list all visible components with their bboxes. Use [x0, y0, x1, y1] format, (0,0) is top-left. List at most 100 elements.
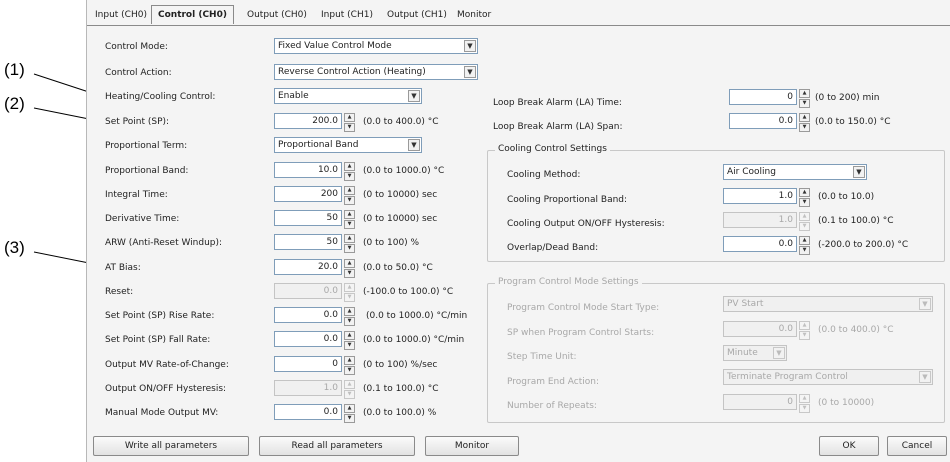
- step-time-unit-value: Minute: [727, 348, 758, 358]
- cooling-hysteresis-label: Cooling Output ON/OFF Hysteresis:: [507, 219, 665, 229]
- derivative-time-range: (0 to 10000) sec: [363, 214, 438, 224]
- tab-input-ch1[interactable]: Input (CH1): [319, 6, 375, 24]
- sp-rise-rate-range: (0.0 to 1000.0) °C/min: [366, 311, 468, 321]
- manual-mv-spinner[interactable]: ▲ ▼: [344, 404, 355, 423]
- tab-input-ch0[interactable]: Input (CH0): [93, 6, 149, 24]
- arw-input[interactable]: 50: [274, 234, 342, 250]
- mv-rate-range: (0 to 100) %/sec: [363, 360, 438, 370]
- control-mode-select[interactable]: Fixed Value Control Mode ▼: [274, 38, 478, 54]
- reset-spinner: ▲ ▼: [344, 283, 355, 302]
- proportional-band-value: 10.0: [317, 165, 338, 175]
- manual-mv-input[interactable]: 0.0: [274, 404, 342, 420]
- tab-control-ch0[interactable]: Control (CH0): [151, 5, 234, 24]
- derivative-time-input[interactable]: 50: [274, 210, 342, 226]
- program-end-action-value: Terminate Program Control: [727, 372, 848, 382]
- program-start-type-select: PV Start ▼: [723, 296, 933, 312]
- overlap-dead-band-value: 0.0: [778, 239, 793, 249]
- proportional-term-value: Proportional Band: [278, 140, 359, 150]
- la-span-value: 0.0: [778, 116, 793, 126]
- la-time-range: (0 to 200) min: [815, 93, 880, 103]
- ok-button[interactable]: OK: [819, 436, 879, 456]
- tab-output-ch1[interactable]: Output (CH1): [385, 6, 449, 24]
- set-point-spinner[interactable]: ▲ ▼: [344, 113, 355, 132]
- program-end-action-select: Terminate Program Control ▼: [723, 369, 933, 385]
- program-start-type-label: Program Control Mode Start Type:: [507, 303, 660, 313]
- cooling-prop-band-label: Cooling Proportional Band:: [507, 195, 628, 205]
- integral-time-input[interactable]: 200: [274, 186, 342, 202]
- la-span-label: Loop Break Alarm (LA) Span:: [493, 122, 623, 132]
- la-time-input[interactable]: 0: [729, 89, 797, 105]
- sp-program-start-input: 0.0: [723, 321, 797, 337]
- la-time-label: Loop Break Alarm (LA) Time:: [493, 98, 622, 108]
- number-of-repeats-label: Number of Repeats:: [507, 401, 597, 411]
- read-all-parameters-button[interactable]: Read all parameters: [259, 436, 415, 456]
- la-span-spinner[interactable]: ▲ ▼: [799, 113, 810, 132]
- program-settings-title: Program Control Mode Settings: [495, 277, 642, 287]
- sp-fall-rate-spinner[interactable]: ▲ ▼: [344, 331, 355, 350]
- proportional-term-select[interactable]: Proportional Band ▼: [274, 137, 422, 153]
- write-all-parameters-button[interactable]: Write all parameters: [93, 436, 249, 456]
- set-point-value: 200.0: [312, 116, 338, 126]
- arw-label: ARW (Anti-Reset Windup):: [105, 238, 223, 248]
- derivative-time-label: Derivative Time:: [105, 214, 180, 224]
- cooling-hysteresis-input: 1.0: [723, 212, 797, 228]
- arw-spinner[interactable]: ▲ ▼: [344, 234, 355, 253]
- tab-output-ch0[interactable]: Output (CH0): [245, 6, 309, 24]
- sp-program-start-label: SP when Program Control Starts:: [507, 328, 655, 338]
- control-action-value: Reverse Control Action (Heating): [278, 67, 426, 77]
- cooling-method-select[interactable]: Air Cooling ▼: [723, 164, 867, 180]
- set-point-input[interactable]: 200.0: [274, 113, 342, 129]
- derivative-time-spinner[interactable]: ▲ ▼: [344, 210, 355, 229]
- chevron-down-icon: ▼: [773, 347, 785, 359]
- proportional-band-spinner[interactable]: ▲ ▼: [344, 162, 355, 181]
- number-of-repeats-input: 0: [723, 394, 797, 410]
- heating-cooling-select[interactable]: Enable ▼: [274, 88, 422, 104]
- reset-value: 0.0: [323, 286, 338, 296]
- cooling-prop-band-input[interactable]: 1.0: [723, 188, 797, 204]
- mv-rate-spinner[interactable]: ▲ ▼: [344, 356, 355, 375]
- heating-cooling-value: Enable: [278, 91, 309, 101]
- chevron-down-icon[interactable]: ▼: [464, 66, 476, 78]
- sp-rise-rate-spinner[interactable]: ▲ ▼: [344, 307, 355, 326]
- la-time-value: 0: [787, 92, 793, 102]
- arw-value: 50: [326, 237, 338, 247]
- sp-fall-rate-input[interactable]: 0.0: [274, 331, 342, 347]
- mv-rate-label: Output MV Rate-of-Change:: [105, 360, 229, 370]
- sp-program-start-range: (0.0 to 400.0) °C: [818, 325, 894, 335]
- onoff-hysteresis-value: 1.0: [323, 383, 338, 393]
- proportional-term-label: Proportional Term:: [105, 141, 188, 151]
- la-span-input[interactable]: 0.0: [729, 113, 797, 129]
- chevron-down-icon[interactable]: ▼: [408, 139, 420, 151]
- proportional-band-input[interactable]: 10.0: [274, 162, 342, 178]
- program-start-type-value: PV Start: [727, 299, 764, 309]
- chevron-down-icon[interactable]: ▼: [464, 40, 476, 52]
- cooling-prop-band-range: (0.0 to 10.0): [818, 192, 875, 202]
- onoff-hysteresis-range: (0.1 to 100.0) °C: [363, 384, 439, 394]
- integral-time-value: 200: [320, 189, 338, 199]
- chevron-down-icon[interactable]: ▼: [853, 166, 865, 178]
- heating-cooling-label: Heating/Cooling Control:: [105, 92, 216, 102]
- overlap-dead-band-spinner[interactable]: ▲ ▼: [799, 236, 810, 255]
- mv-rate-input[interactable]: 0: [274, 356, 342, 372]
- set-point-range: (0.0 to 400.0) °C: [363, 117, 439, 127]
- cancel-button[interactable]: Cancel: [887, 436, 947, 456]
- control-action-select[interactable]: Reverse Control Action (Heating) ▼: [274, 64, 478, 80]
- cooling-prop-band-spinner[interactable]: ▲ ▼: [799, 188, 810, 207]
- chevron-down-icon: ▼: [919, 371, 931, 383]
- tab-bar: Input (CH0) Control (CH0) Output (CH0) I…: [87, 0, 950, 26]
- chevron-down-icon[interactable]: ▼: [408, 90, 420, 102]
- la-time-spinner[interactable]: ▲ ▼: [799, 89, 810, 108]
- tab-monitor[interactable]: Monitor: [455, 6, 493, 24]
- at-bias-value: 20.0: [317, 262, 338, 272]
- overlap-dead-band-input[interactable]: 0.0: [723, 236, 797, 252]
- monitor-button[interactable]: Monitor: [425, 436, 519, 456]
- sp-program-start-value: 0.0: [778, 324, 793, 334]
- onoff-hysteresis-input: 1.0: [274, 380, 342, 396]
- arw-range: (0 to 100) %: [363, 238, 420, 248]
- sp-rise-rate-value: 0.0: [323, 310, 338, 320]
- sp-rise-rate-input[interactable]: 0.0: [274, 307, 342, 323]
- integral-time-spinner[interactable]: ▲ ▼: [344, 186, 355, 205]
- at-bias-spinner[interactable]: ▲ ▼: [344, 259, 355, 278]
- at-bias-input[interactable]: 20.0: [274, 259, 342, 275]
- manual-mv-label: Manual Mode Output MV:: [105, 408, 219, 418]
